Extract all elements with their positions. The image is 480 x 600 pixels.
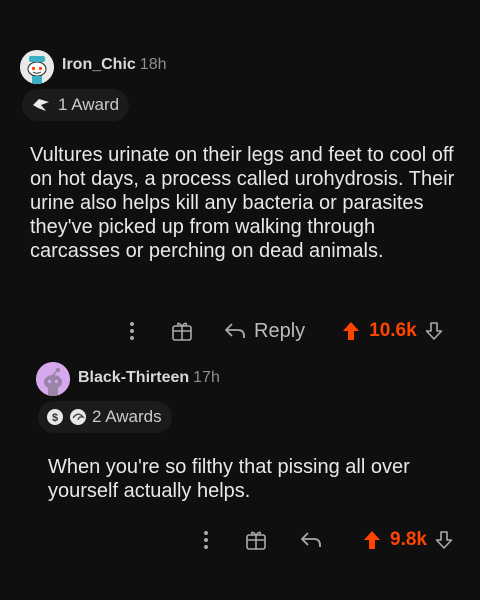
more-vertical-icon[interactable] xyxy=(126,319,138,343)
username[interactable]: Iron_Chic xyxy=(62,56,136,73)
comment-body: When you're so filthy that pissing all o… xyxy=(48,456,410,502)
snoo-avatar-icon xyxy=(36,362,70,396)
comment-body: Vultures urinate on their legs and feet … xyxy=(30,144,455,262)
comment-header: Black-Thirteen 17h xyxy=(78,369,220,387)
reply-arrow-icon[interactable] xyxy=(300,530,322,550)
reply-button[interactable]: Reply xyxy=(224,320,305,343)
user-avatar[interactable] xyxy=(20,50,54,84)
award-badge[interactable]: 1 Award xyxy=(22,89,130,121)
downvote-arrow-icon[interactable] xyxy=(425,321,443,341)
award-give-icon[interactable] xyxy=(170,319,194,343)
award-badge[interactable]: $ 2 Awards xyxy=(38,401,172,433)
upvote-arrow-icon[interactable] xyxy=(341,320,361,342)
more-vertical-icon[interactable] xyxy=(200,528,212,552)
timestamp: 17h xyxy=(193,369,220,386)
award-icon xyxy=(30,96,52,114)
award-icon xyxy=(69,408,87,426)
reply-label: Reply xyxy=(254,319,306,342)
snoo-avatar-icon xyxy=(20,50,54,84)
comment-actions: 9.8k xyxy=(196,526,472,554)
svg-text:$: $ xyxy=(52,412,58,424)
silver-award-icon: $ xyxy=(46,408,64,426)
upvote-arrow-icon[interactable] xyxy=(362,529,382,551)
user-avatar[interactable] xyxy=(36,362,70,396)
comment-actions: Reply 10.6k xyxy=(122,316,472,346)
vote-score: 9.8k xyxy=(390,529,427,550)
award-count: 1 Award xyxy=(58,95,120,114)
comment-header: Iron_Chic 18h xyxy=(62,56,167,74)
timestamp: 18h xyxy=(139,56,167,73)
vote-score: 10.6k xyxy=(369,320,417,341)
downvote-arrow-icon[interactable] xyxy=(435,530,453,550)
username[interactable]: Black-Thirteen xyxy=(78,369,189,386)
award-count: 2 Awards xyxy=(92,407,162,426)
award-give-icon[interactable] xyxy=(244,528,268,552)
reply-arrow-icon xyxy=(224,321,246,341)
